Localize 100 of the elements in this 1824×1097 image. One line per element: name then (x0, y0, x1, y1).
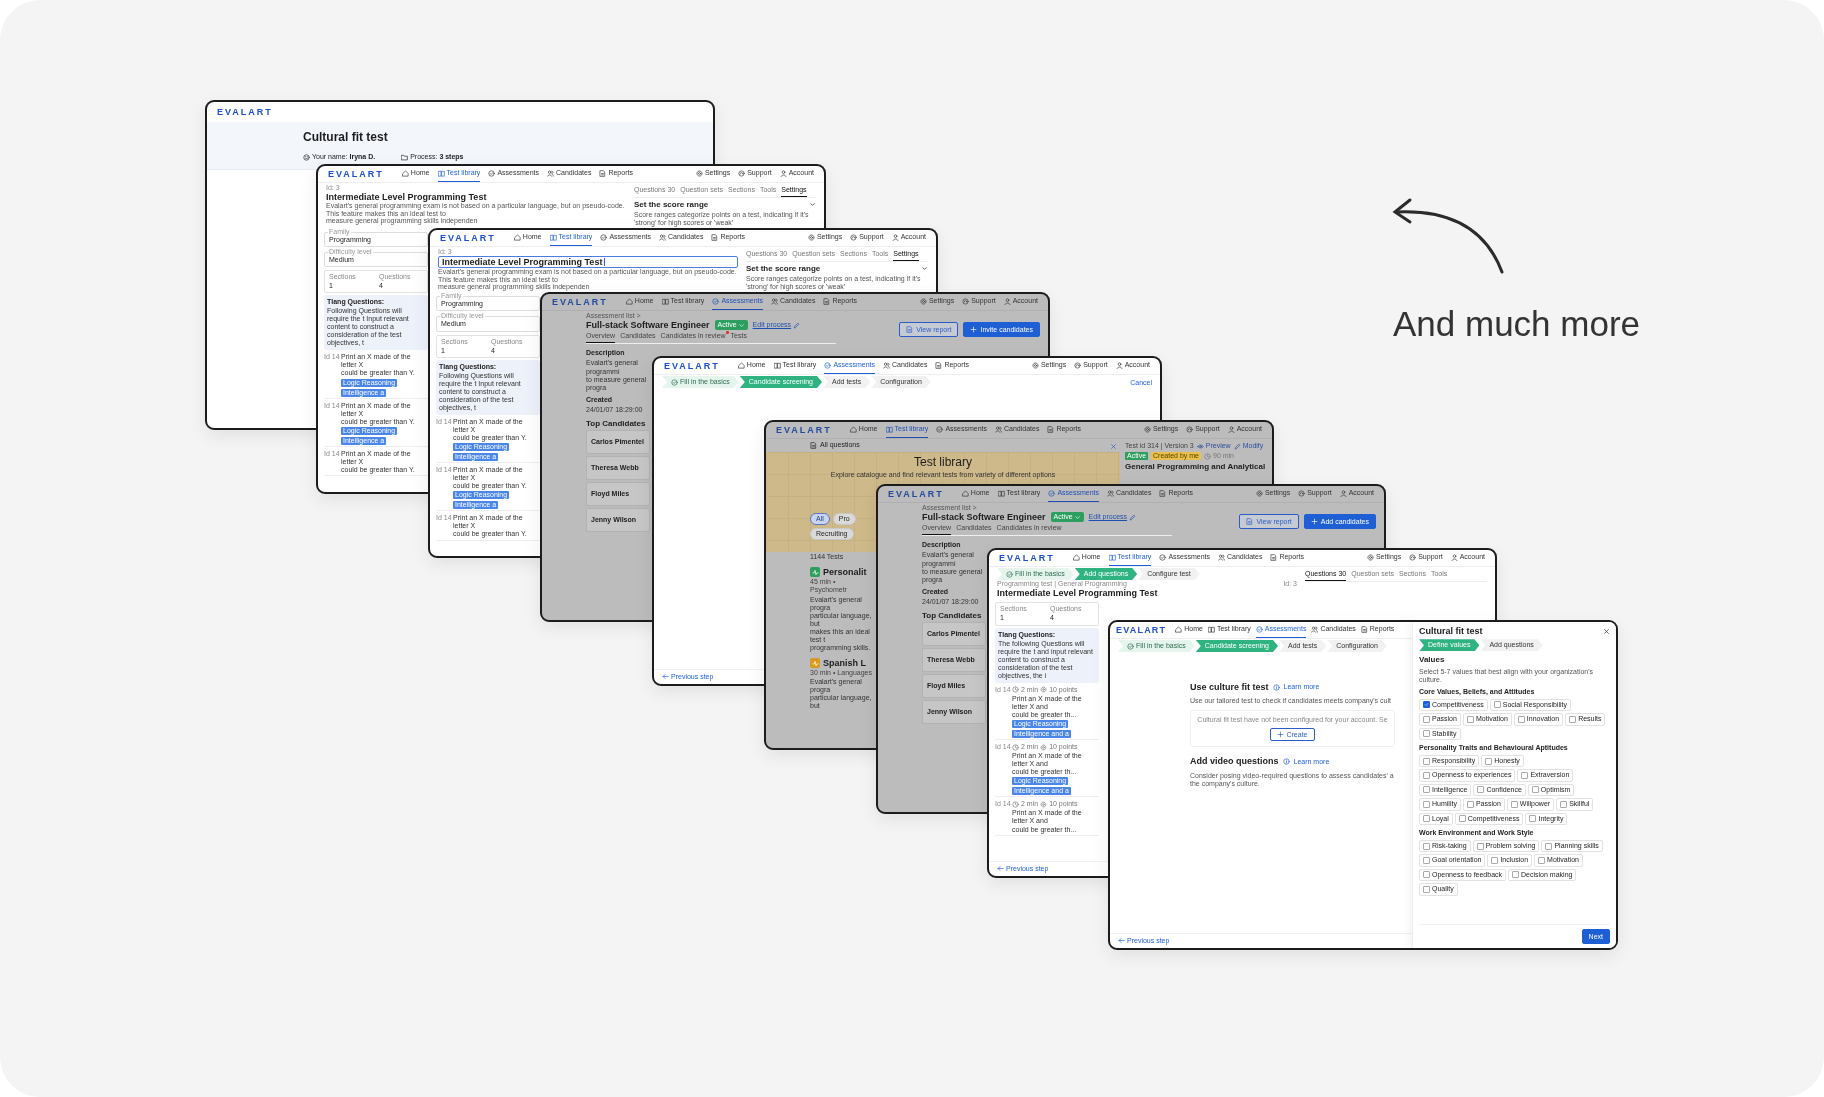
eye-icon (1196, 442, 1204, 450)
banner-title: Test library (914, 456, 972, 470)
settings-icon (695, 170, 703, 177)
section-title: Use culture fit test (1190, 682, 1269, 693)
checkbox[interactable] (1493, 701, 1501, 709)
job-title: Full-stack Software Engineer (586, 320, 710, 331)
book-icon (1207, 626, 1215, 633)
people-icon (547, 170, 554, 177)
checkbox[interactable] (1491, 857, 1499, 864)
test-title[interactable]: Spanish L (823, 657, 866, 669)
logo: EVALART (664, 360, 720, 372)
folder-icon (401, 153, 409, 161)
checkmark-icon (1424, 702, 1429, 708)
checkbox[interactable] (1466, 715, 1474, 723)
settings-icon (1255, 490, 1263, 497)
house-icon (625, 298, 633, 305)
checkbox[interactable] (1423, 701, 1430, 709)
people-icon (771, 298, 778, 305)
badge-icon (1040, 686, 1048, 694)
accordion-header[interactable]: Set the score range (746, 264, 928, 274)
clock-icon (1012, 743, 1019, 751)
checkbox[interactable] (1423, 786, 1430, 794)
badge-icon (1040, 743, 1048, 751)
tagline: And much more (1393, 304, 1641, 344)
section-heading: Values (1419, 655, 1446, 665)
checkbox[interactable] (1423, 772, 1430, 779)
plus-icon (1277, 731, 1285, 739)
person-icon (891, 234, 899, 241)
checkbox[interactable] (1423, 842, 1430, 850)
settings-icon (1031, 362, 1039, 369)
checkbox[interactable] (1521, 772, 1529, 779)
checkbox[interactable] (1423, 730, 1430, 738)
logo: EVALART (888, 488, 944, 500)
person-icon (1003, 298, 1011, 305)
check-circle-icon (1048, 490, 1056, 497)
checkbox[interactable] (1466, 800, 1474, 808)
people-icon (883, 362, 890, 369)
close-icon (1110, 443, 1117, 450)
pencil-icon (1233, 442, 1241, 450)
logo: EVALART (776, 424, 832, 436)
checkbox[interactable] (1569, 715, 1577, 723)
logo: EVALART (999, 552, 1055, 564)
panel-title: Cultural fit test (1419, 626, 1483, 637)
checkbox[interactable] (1458, 815, 1466, 823)
book-icon (997, 490, 1005, 497)
chevron-down-icon (737, 321, 745, 329)
close-button[interactable] (1603, 627, 1610, 635)
section-heading: Top Candidates (586, 418, 647, 428)
checkbox[interactable] (1423, 800, 1430, 808)
check-circle-icon (936, 426, 944, 433)
check-circle-icon (1127, 642, 1134, 650)
checkbox[interactable] (1538, 857, 1546, 864)
person-icon (779, 170, 787, 177)
book-icon (661, 298, 669, 305)
plus-icon (970, 326, 978, 333)
checkbox[interactable] (1423, 857, 1430, 864)
checkbox[interactable] (1560, 800, 1568, 808)
settings-icon (807, 234, 815, 241)
section-heading: Top Candidates (922, 610, 983, 620)
document-icon (599, 170, 607, 177)
document-icon (1246, 518, 1254, 525)
book-icon (1108, 554, 1116, 561)
check-circle-icon (1159, 554, 1167, 561)
checkbox[interactable] (1476, 842, 1484, 850)
accordion-header[interactable]: Set the score range (634, 200, 816, 210)
document-icon (1360, 626, 1368, 633)
job-title: Full-stack Software Engineer (922, 512, 1046, 523)
house-icon (1175, 626, 1183, 633)
checkbox[interactable] (1531, 786, 1539, 794)
checkbox[interactable] (1423, 871, 1430, 879)
house-icon (1072, 554, 1080, 561)
checkbox[interactable] (1545, 842, 1553, 850)
checkbox[interactable] (1510, 800, 1518, 808)
test-title[interactable]: Personalit (823, 567, 867, 578)
checkbox[interactable] (1423, 815, 1430, 823)
book-icon (773, 362, 781, 369)
info-icon (1272, 683, 1280, 691)
checkbox[interactable] (1517, 715, 1525, 723)
book-icon (437, 170, 445, 177)
page-title: Cultural fit test (303, 131, 389, 146)
page-title: Intermediate Level Programming Test (997, 588, 1159, 599)
people-icon (995, 426, 1002, 433)
checkbox[interactable] (1512, 871, 1520, 879)
close-icon (1603, 627, 1610, 635)
document-icon (711, 234, 719, 241)
logo: EVALART (1116, 624, 1167, 636)
clock-icon (1204, 452, 1211, 460)
checkbox[interactable] (1477, 786, 1485, 794)
checkbox[interactable] (1423, 715, 1430, 723)
people-icon (659, 234, 666, 241)
logo: EVALART (440, 232, 496, 244)
house-icon (737, 362, 745, 369)
document-icon (1270, 554, 1278, 561)
checkbox[interactable] (1423, 885, 1430, 893)
checkbox[interactable] (1423, 757, 1430, 765)
title-field[interactable]: Intermediate Level Programming Test (438, 256, 738, 269)
check-circle-icon (600, 234, 608, 241)
checkbox[interactable] (1529, 815, 1537, 823)
checkbox[interactable] (1485, 757, 1493, 765)
settings-icon (919, 298, 927, 305)
